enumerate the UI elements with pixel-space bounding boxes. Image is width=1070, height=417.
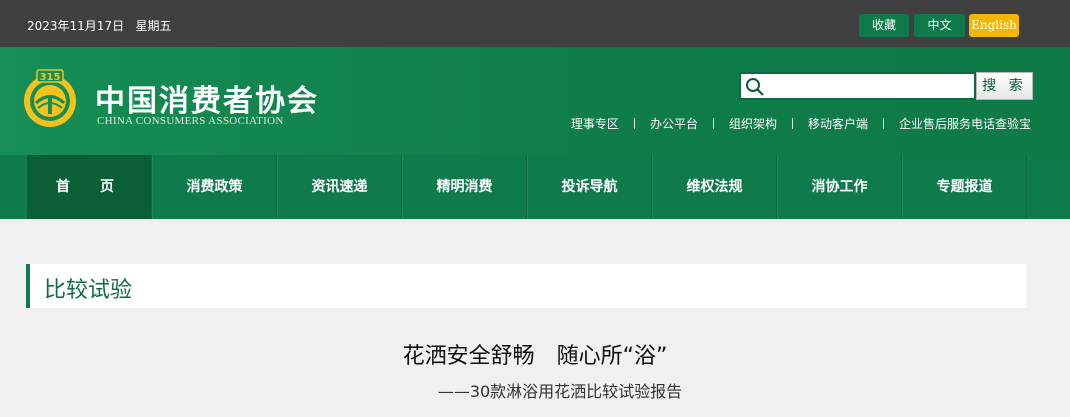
top-bar: 2023年11月17日 星期五 收藏 中文 English: [0, 0, 1070, 47]
quick-links: 理事专区 办公平台 组织架构 移动客户端 企业售后服务电话查验宝: [571, 115, 1031, 131]
emblem-text: 315: [40, 72, 61, 83]
search-input[interactable]: [769, 76, 969, 96]
site-header: 315 中国消费者协会 CHINA CONSUMERS ASSOCIATION …: [0, 47, 1070, 155]
quicklink-service-phone-check[interactable]: 企业售后服务电话查验宝: [899, 115, 1031, 132]
nav-item-smart-consumption[interactable]: 精明消费: [402, 155, 527, 219]
divider: [882, 117, 884, 129]
article-title: 花洒安全舒畅 随心所“浴”: [402, 344, 668, 369]
favorite-button[interactable]: 收藏: [859, 14, 909, 37]
divider: [633, 117, 635, 129]
main-navigation: 首 页 消费政策 资讯速递 精明消费 投诉导航 维权法规 消协工作 专题报道: [0, 155, 1070, 219]
section-title: 比较试验: [44, 278, 133, 303]
nav-item-consumer-policy[interactable]: 消费政策: [152, 155, 277, 219]
cca-emblem-logo[interactable]: 315: [19, 68, 81, 130]
quicklink-council[interactable]: 理事专区: [571, 115, 619, 132]
divider: [712, 117, 714, 129]
quicklink-office[interactable]: 办公平台: [650, 115, 698, 132]
quicklink-mobile-client[interactable]: 移动客户端: [808, 115, 868, 132]
chinese-language-button[interactable]: 中文: [914, 14, 965, 37]
nav-item-home[interactable]: 首 页: [27, 155, 152, 219]
nav-item-rights-law[interactable]: 维权法规: [652, 155, 777, 219]
english-language-button[interactable]: English: [969, 14, 1019, 37]
search-box: [739, 72, 976, 100]
search-icon: [746, 78, 764, 96]
quicklink-organization[interactable]: 组织架构: [729, 115, 777, 132]
site-name-english: CHINA CONSUMERS ASSOCIATION: [97, 115, 284, 127]
search-button[interactable]: 搜 索: [976, 72, 1033, 100]
article-subtitle: ——30款淋浴用花洒比较试验报告: [437, 382, 683, 401]
site-name-chinese[interactable]: 中国消费者协会: [95, 76, 319, 120]
nav-item-special-reports[interactable]: 专题报道: [902, 155, 1027, 219]
nav-item-news[interactable]: 资讯速递: [277, 155, 402, 219]
divider: [791, 117, 793, 129]
current-date: 2023年11月17日 星期五: [27, 19, 172, 33]
nav-item-association-work[interactable]: 消协工作: [777, 155, 902, 219]
nav-item-complaint-guide[interactable]: 投诉导航: [527, 155, 652, 219]
section-header: 比较试验: [26, 264, 1026, 308]
